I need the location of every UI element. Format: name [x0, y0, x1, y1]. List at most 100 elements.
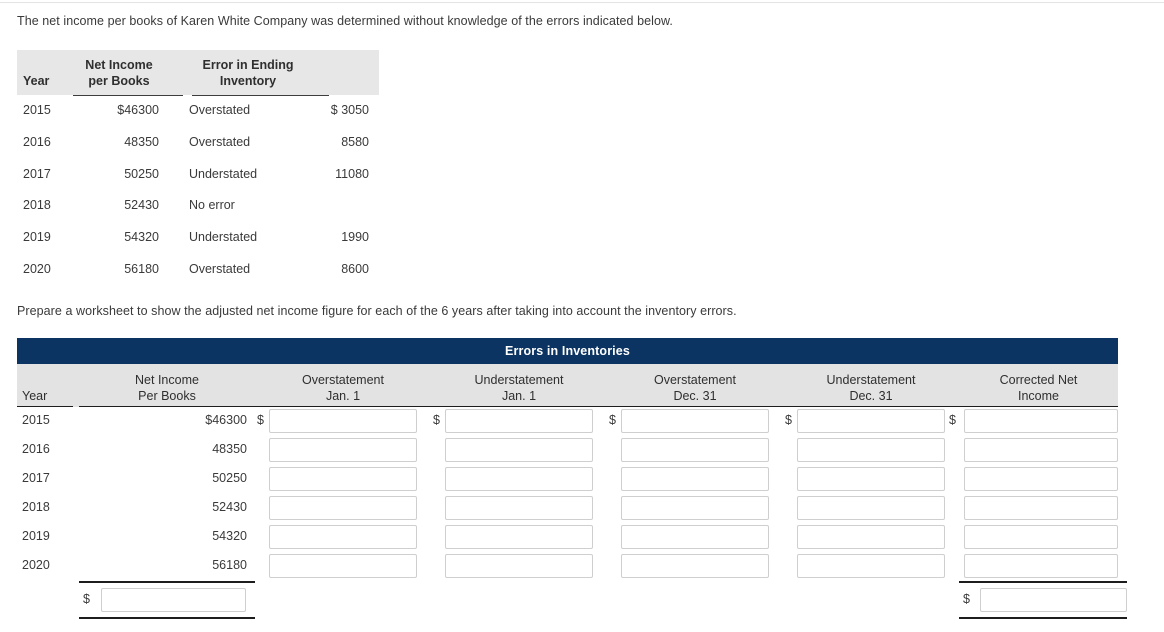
worksheet-cell-year: 2020 [22, 558, 50, 572]
input-corrected-2015[interactable] [964, 409, 1118, 433]
worksheet-header-under-dec-line2: Dec. 31 [849, 388, 893, 403]
given-table-row: 2015 $46300 Overstated $ 3050 [17, 95, 379, 127]
given-cell-error-type: Overstated [189, 261, 251, 276]
given-cell-net-income: $46300 [117, 103, 159, 117]
worksheet-header-corrected-line1: Corrected Net [999, 372, 1078, 387]
input-corrected-2016[interactable] [964, 438, 1118, 462]
input-under-dec-2015[interactable] [797, 409, 945, 433]
worksheet-header-net-income-line1: Net Income [135, 372, 199, 387]
given-header-rule-net-income [73, 95, 183, 96]
input-over-jan-2020[interactable] [269, 554, 417, 578]
totals-rule-bottom-net-income-total [79, 617, 255, 619]
worksheet-totals-row: $ $ [17, 581, 1127, 619]
given-cell-net-income: 54320 [124, 230, 159, 244]
worksheet-row: 2018 52430 [17, 494, 1118, 523]
input-under-jan-2019[interactable] [445, 525, 593, 549]
worksheet-cell-year: 2016 [22, 442, 50, 456]
task-text: Prepare a worksheet to show the adjusted… [17, 304, 737, 318]
worksheet-cell-net-income: 56180 [212, 558, 247, 572]
worksheet-banner: Errors in Inventories [17, 338, 1118, 364]
totals-rule-bottom-corrected-total [959, 617, 1127, 619]
worksheet-header-over-dec: Overstatement Dec. 31 [607, 364, 783, 407]
given-cell-error-type: Overstated [189, 103, 251, 117]
given-header-year: Year [17, 50, 63, 95]
input-corrected-2017[interactable] [964, 467, 1118, 491]
given-header-net-income-line1: Net Income [85, 58, 153, 72]
input-under-dec-2017[interactable] [797, 467, 945, 491]
input-over-jan-2016[interactable] [269, 438, 417, 462]
given-cell-error-type: No error [189, 198, 235, 213]
given-header-error-line1: Error in Ending [202, 58, 294, 72]
worksheet-header-over-jan: Overstatement Jan. 1 [255, 364, 431, 407]
worksheet-header-year: Year [17, 364, 79, 407]
input-over-jan-2018[interactable] [269, 496, 417, 520]
worksheet-header-year-line2: Year [22, 388, 48, 403]
input-over-jan-2015[interactable] [269, 409, 417, 433]
input-under-jan-2015[interactable] [445, 409, 593, 433]
given-table-row: 2017 50250 Understated 11080 [17, 159, 379, 191]
input-corrected-2018[interactable] [964, 496, 1118, 520]
worksheet-row: 2015 $46300 $ $ $ $ $ [17, 407, 1118, 436]
worksheet-header-over-dec-line1: Overstatement [654, 372, 736, 387]
worksheet-header-over-jan-line2: Jan. 1 [325, 388, 361, 403]
input-corrected-2019[interactable] [964, 525, 1118, 549]
worksheet-header-over-jan-line1: Overstatement [302, 372, 384, 387]
given-cell-net-income: 52430 [124, 198, 159, 213]
given-header-net-income-line2: per Books [88, 74, 150, 88]
input-over-dec-2017[interactable] [621, 467, 769, 491]
input-over-dec-2015[interactable] [621, 409, 769, 433]
worksheet-cell-year: 2015 [22, 413, 50, 427]
input-over-dec-2019[interactable] [621, 525, 769, 549]
input-under-jan-2020[interactable] [445, 554, 593, 578]
worksheet-row: 2020 56180 [17, 552, 1118, 581]
input-corrected-total[interactable] [980, 588, 1127, 612]
given-table-header: Year Net Income per Books Error in Endin… [17, 50, 379, 95]
input-under-dec-2018[interactable] [797, 496, 945, 520]
input-under-dec-2020[interactable] [797, 554, 945, 578]
given-cell-net-income: 48350 [124, 134, 159, 149]
input-under-jan-2016[interactable] [445, 438, 593, 462]
worksheet-row: 2019 54320 [17, 523, 1118, 552]
input-net-income-total[interactable] [101, 588, 246, 612]
given-cell-amount [321, 190, 379, 222]
dollar-sign-over-dec: $ [609, 413, 616, 427]
input-corrected-2020[interactable] [964, 554, 1118, 578]
input-under-jan-2017[interactable] [445, 467, 593, 491]
input-over-dec-2018[interactable] [621, 496, 769, 520]
given-table-row: 2018 52430 No error [17, 190, 379, 222]
worksheet-header-row: Year Net Income Per Books Overstatement Jan.… [17, 364, 1118, 407]
given-cell-amount: 8580 [341, 134, 369, 149]
worksheet-header-over-dec-line2: Dec. 31 [673, 388, 717, 403]
input-over-jan-2019[interactable] [269, 525, 417, 549]
worksheet-header-under-jan-line2: Jan. 1 [501, 388, 537, 403]
totals-rule-top-corrected-total [959, 581, 1127, 583]
given-table-row: 2019 54320 Understated 1990 [17, 222, 379, 254]
input-over-dec-2016[interactable] [621, 438, 769, 462]
given-data-table: Year Net Income per Books Error in Endin… [17, 50, 379, 286]
worksheet-cell-year: 2018 [22, 500, 50, 514]
worksheet-header-under-dec: Understatement Dec. 31 [783, 364, 959, 407]
dollar-sign-net-income-total: $ [83, 592, 90, 606]
worksheet-cell-net-income: $46300 [205, 413, 247, 427]
given-cell-error-type: Overstated [189, 134, 251, 149]
input-under-dec-2019[interactable] [797, 525, 945, 549]
given-cell-error-type: Understated [189, 230, 258, 244]
input-under-jan-2018[interactable] [445, 496, 593, 520]
given-cell-year: 2017 [23, 166, 51, 181]
given-cell-amount: 1990 [341, 230, 369, 244]
worksheet-row: 2016 48350 [17, 436, 1118, 465]
worksheet-cell-net-income: 54320 [212, 529, 247, 543]
worksheet-cell-year: 2017 [22, 471, 50, 485]
input-over-jan-2017[interactable] [269, 467, 417, 491]
dollar-sign-under-jan: $ [433, 413, 440, 427]
input-under-dec-2016[interactable] [797, 438, 945, 462]
worksheet-banner-label: Errors in Inventories [505, 344, 630, 358]
top-divider [0, 2, 1164, 3]
worksheet-body: 2015 $46300 $ $ $ $ $2016 48350 2017 50250 2018 524… [17, 407, 1118, 581]
worksheet-cell-net-income: 48350 [212, 442, 247, 456]
given-header-net-income: Net Income per Books [63, 50, 175, 95]
worksheet-header-net-income: Net Income Per Books [79, 364, 255, 407]
given-header-amount [321, 50, 379, 95]
input-over-dec-2020[interactable] [621, 554, 769, 578]
given-cell-amount: 8600 [341, 261, 369, 276]
